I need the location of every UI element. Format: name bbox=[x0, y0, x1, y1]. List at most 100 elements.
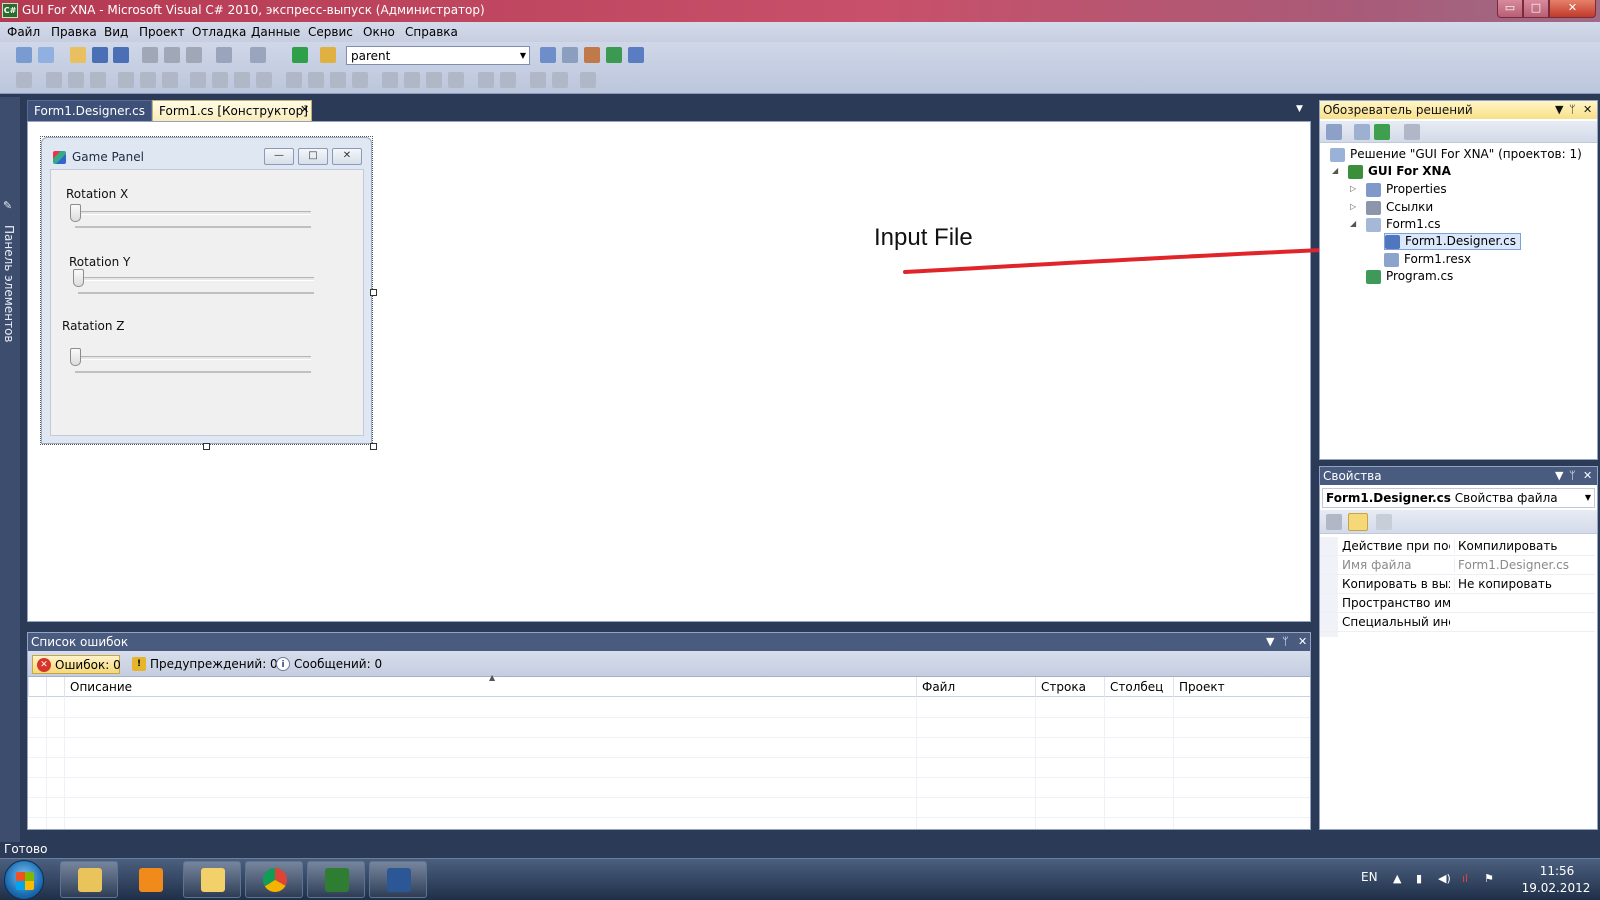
bring-to-front-icon[interactable] bbox=[530, 72, 546, 88]
properties-window-icon[interactable] bbox=[584, 47, 600, 63]
center-horizontally-icon[interactable] bbox=[478, 72, 494, 88]
send-to-back-icon[interactable] bbox=[552, 72, 568, 88]
make-same-size-icon[interactable] bbox=[234, 72, 250, 88]
save-icon[interactable] bbox=[92, 47, 108, 63]
cut-icon[interactable] bbox=[142, 47, 158, 63]
clock-date[interactable]: 19.02.2012 bbox=[1518, 881, 1594, 895]
resize-handle-right[interactable] bbox=[370, 289, 377, 296]
property-row[interactable]: Действие при построении Компилировать bbox=[1320, 537, 1595, 556]
menu-window[interactable]: Окно bbox=[363, 25, 395, 39]
resize-handle-corner[interactable] bbox=[370, 443, 377, 450]
find-in-files-icon[interactable] bbox=[320, 47, 336, 63]
toolbox-label[interactable]: Панель элементов bbox=[2, 225, 16, 343]
start-debugging-icon[interactable] bbox=[292, 47, 308, 63]
find-icon[interactable] bbox=[540, 47, 556, 63]
alphabetical-icon[interactable] bbox=[1348, 513, 1368, 531]
menu-project[interactable]: Проект bbox=[139, 25, 185, 39]
paste-icon[interactable] bbox=[186, 47, 202, 63]
align-middles-icon[interactable] bbox=[140, 72, 156, 88]
menu-tools[interactable]: Сервис bbox=[308, 25, 353, 39]
tab-list-dropdown-icon[interactable]: ▼ bbox=[1296, 104, 1303, 114]
remove-vertical-spacing-icon[interactable] bbox=[448, 72, 464, 88]
align-centers-icon[interactable] bbox=[68, 72, 84, 88]
collapse-toggle-icon[interactable]: ◢ bbox=[1332, 166, 1338, 175]
make-same-width-icon[interactable] bbox=[190, 72, 206, 88]
property-row[interactable]: Пространство имен bbox=[1320, 594, 1595, 613]
toolbox-toolbar-icon[interactable] bbox=[628, 47, 644, 63]
tree-item-references[interactable]: ▷ Ссылки bbox=[1350, 200, 1433, 217]
categorized-icon[interactable] bbox=[1326, 514, 1342, 530]
expand-toggle-icon[interactable]: ▷ bbox=[1350, 202, 1356, 211]
language-indicator[interactable]: EN bbox=[1361, 870, 1378, 884]
start-button[interactable] bbox=[4, 860, 44, 900]
decrease-spacing-icon[interactable] bbox=[330, 72, 346, 88]
increase-vertical-spacing-icon[interactable] bbox=[404, 72, 420, 88]
save-all-icon[interactable] bbox=[113, 47, 129, 63]
property-value[interactable]: Компилировать bbox=[1454, 539, 1594, 553]
taskbar-chrome[interactable] bbox=[245, 861, 303, 898]
property-row[interactable]: Копировать в выходной каталог Не копиров… bbox=[1320, 575, 1595, 594]
panel-menu-icon[interactable]: ▼ bbox=[1555, 469, 1563, 482]
align-bottoms-icon[interactable] bbox=[162, 72, 178, 88]
new-project-icon[interactable] bbox=[16, 47, 32, 63]
clock-time[interactable]: 11:56 bbox=[1532, 864, 1582, 878]
solution-explorer-icon[interactable] bbox=[562, 47, 578, 63]
vertical-spacing-icon[interactable] bbox=[382, 72, 398, 88]
view-code-icon[interactable] bbox=[1404, 124, 1420, 140]
taskbar-folder[interactable] bbox=[183, 861, 241, 898]
solution-config-combo[interactable]: parent ▼ bbox=[346, 46, 530, 65]
property-pages-icon[interactable] bbox=[1376, 514, 1392, 530]
panel-menu-icon[interactable]: ▼ bbox=[1266, 635, 1274, 648]
taskbar-explorer[interactable] bbox=[60, 861, 118, 898]
align-grid-icon[interactable] bbox=[16, 72, 32, 88]
tree-item-form1-designer-cs[interactable]: Form1.Designer.cs bbox=[1384, 233, 1521, 250]
action-center-icon[interactable]: ⚑ bbox=[1484, 872, 1494, 885]
errors-filter-button[interactable]: ✕ Ошибок: 0 bbox=[32, 655, 121, 674]
menu-file[interactable]: Файл bbox=[7, 25, 40, 39]
taskbar-media-player[interactable] bbox=[121, 861, 179, 898]
increase-spacing-icon[interactable] bbox=[308, 72, 324, 88]
pin-icon[interactable]: ᛘ bbox=[1282, 635, 1289, 648]
panel-menu-icon[interactable]: ▼ bbox=[1555, 103, 1563, 116]
horizontal-spacing-icon[interactable] bbox=[286, 72, 302, 88]
redo-icon[interactable] bbox=[250, 47, 266, 63]
object-selector[interactable]: Form1.Designer.cs Свойства файла ▼ bbox=[1322, 488, 1595, 508]
column-category[interactable] bbox=[28, 677, 46, 697]
taskbar-visual-csharp[interactable] bbox=[307, 861, 365, 898]
column-column[interactable]: Столбец bbox=[1104, 677, 1173, 697]
minimize-button[interactable]: ▭ bbox=[1497, 0, 1523, 18]
properties-icon[interactable] bbox=[1326, 124, 1342, 140]
tree-item-program-cs[interactable]: Program.cs bbox=[1366, 269, 1453, 286]
pin-icon[interactable]: ᛘ bbox=[1569, 103, 1576, 116]
volume-icon[interactable]: ◀) bbox=[1438, 872, 1451, 885]
maximize-button[interactable]: □ bbox=[1523, 0, 1549, 18]
close-panel-icon[interactable]: ✕ bbox=[1583, 469, 1592, 482]
menu-debug[interactable]: Отладка bbox=[192, 25, 246, 39]
warnings-filter-button[interactable]: ! Предупреждений: 0 bbox=[128, 655, 282, 674]
tree-item-form1-cs[interactable]: ◢ Form1.cs bbox=[1350, 217, 1441, 234]
decrease-vertical-spacing-icon[interactable] bbox=[426, 72, 442, 88]
menu-edit[interactable]: Правка bbox=[51, 25, 97, 39]
menu-help[interactable]: Справка bbox=[405, 25, 458, 39]
tree-solution[interactable]: Решение "GUI For XNA" (проектов: 1) bbox=[1330, 147, 1582, 164]
copy-icon[interactable] bbox=[164, 47, 180, 63]
tree-project[interactable]: ◢ GUI For XNA bbox=[1332, 164, 1451, 181]
column-project[interactable]: Проект bbox=[1173, 677, 1310, 697]
property-row[interactable]: Специальный инструмент bbox=[1320, 613, 1595, 632]
center-vertically-icon[interactable] bbox=[500, 72, 516, 88]
open-file-icon[interactable] bbox=[70, 47, 86, 63]
property-value[interactable]: Не копировать bbox=[1454, 577, 1594, 591]
object-browser-icon[interactable] bbox=[606, 47, 622, 63]
size-to-grid-icon[interactable] bbox=[256, 72, 272, 88]
make-same-height-icon[interactable] bbox=[212, 72, 228, 88]
menu-view[interactable]: Вид bbox=[104, 25, 128, 39]
close-panel-icon[interactable]: ✕ bbox=[1298, 635, 1307, 648]
close-button[interactable]: ✕ bbox=[1549, 0, 1596, 18]
network-icon[interactable]: ıl bbox=[1462, 872, 1468, 885]
toolbox-strip[interactable]: ✎ Панель элементов bbox=[0, 97, 20, 842]
align-tops-icon[interactable] bbox=[118, 72, 134, 88]
refresh-icon[interactable] bbox=[1374, 124, 1390, 140]
column-file[interactable]: Файл bbox=[916, 677, 1035, 697]
column-line[interactable]: Строка bbox=[1035, 677, 1104, 697]
align-lefts-icon[interactable] bbox=[46, 72, 62, 88]
